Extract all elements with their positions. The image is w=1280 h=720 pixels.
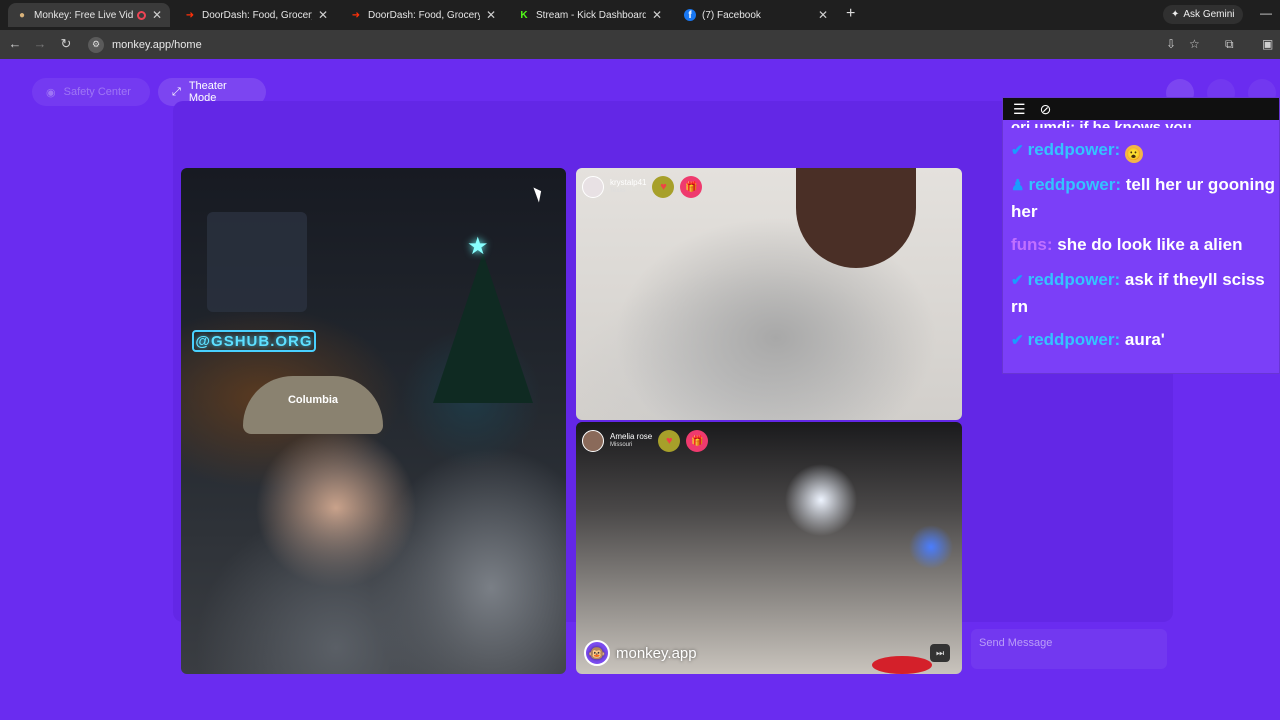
chat-text: tell her ur gooning <box>1125 175 1275 194</box>
tab-title: Monkey: Free Live Video Ch <box>34 9 133 21</box>
bookmark-star-icon[interactable]: ☆ <box>1189 37 1200 51</box>
chat-text: ask if theyll sciss <box>1124 270 1265 289</box>
cap-logo: Columbia <box>243 376 383 434</box>
safety-center-button[interactable]: ◉ Safety Center <box>32 78 150 106</box>
tab-title: DoorDash: Food, Grocery and R <box>368 9 480 21</box>
kick-icon: K <box>520 9 528 21</box>
side-panel-icon[interactable]: ▣ <box>1262 37 1273 51</box>
doordash-icon: ➜ <box>351 9 361 21</box>
chat-message-cut: ori umdi: if he knows you <box>1011 120 1271 128</box>
streamer <box>196 428 476 674</box>
local-video: ★ @GSHUB.ORG Columbia <box>181 168 566 674</box>
doordash-icon: ➜ <box>185 9 195 21</box>
partner-location: Texas <box>610 188 626 194</box>
chat-text: aura' <box>1124 330 1165 349</box>
tab-kick[interactable]: K Stream - Kick Dashboard ✕ <box>510 3 670 27</box>
back-button[interactable]: ← <box>7 36 23 51</box>
avatar[interactable] <box>582 176 604 198</box>
close-tab-icon[interactable]: ✕ <box>318 8 328 22</box>
forward-button[interactable]: → <box>32 36 48 51</box>
verified-icon: ✔ <box>1011 332 1024 349</box>
monkey-icon: ● <box>18 9 26 21</box>
emote-icon: 😮 <box>1124 145 1143 163</box>
chat-text: she do look like a alien <box>1057 235 1243 254</box>
facebook-icon: f <box>684 9 696 21</box>
install-app-icon[interactable]: ⇩ <box>1166 37 1176 51</box>
remote-video-bottom: Amelia rose Missouri ♥ 🎁 🐵 monkey.app ⏭ <box>576 422 962 674</box>
gift-icon[interactable]: 🎁 <box>686 430 709 452</box>
tree-star-icon: ★ <box>467 233 489 260</box>
close-tab-icon[interactable]: ✕ <box>486 8 496 22</box>
chat-message: funs: she do look like a alien <box>1011 232 1279 258</box>
url-text: monkey.app/home <box>112 38 202 51</box>
badge-icon: ♟ <box>1011 177 1025 194</box>
address-bar-row: ← → ↻ ⚙ monkey.app/home ⇩ ☆ ⧉ ▣ <box>0 30 1280 59</box>
remote-video-top: krystalp41 Texas ♥ 🎁 <box>576 168 962 420</box>
chat-message: ✔ reddpower: aura' <box>1011 327 1279 354</box>
shield-icon: ◉ <box>46 86 56 99</box>
recording-icon <box>136 10 146 20</box>
tab-doordash-1[interactable]: ➜ DoorDash: Food, Grocery and R ✕ <box>176 3 336 27</box>
menu-icon[interactable]: ☰ <box>1013 101 1026 118</box>
skip-icon[interactable]: ⏭ <box>930 644 950 662</box>
background-monitor <box>207 212 307 312</box>
safety-center-label: Safety Center <box>63 86 131 98</box>
overlay-toolbar: ☰ ⊘ <box>1003 98 1279 120</box>
extensions-icon[interactable]: ⧉ <box>1225 37 1234 52</box>
avatar[interactable] <box>582 430 604 452</box>
ask-gemini-button[interactable]: ✦ Ask Gemini <box>1163 5 1243 24</box>
tab-doordash-2[interactable]: ➜ DoorDash: Food, Grocery and R ✕ <box>342 3 504 27</box>
heart-icon[interactable]: ♥ <box>658 430 681 452</box>
new-tab-button[interactable]: + <box>846 5 855 23</box>
chat-overlay: ☰ ⊘ ori umdi: if he knows you ✔reddpower… <box>1002 97 1280 374</box>
chat-user: reddpower: <box>1027 140 1121 159</box>
partner-location: Missouri <box>610 442 633 448</box>
address-field[interactable]: ⚙ monkey.app/home <box>84 34 1154 55</box>
chat-user: reddpower: <box>1028 175 1122 194</box>
minimize-window-button[interactable]: — <box>1260 6 1272 20</box>
tab-monkey[interactable]: ● Monkey: Free Live Video Ch ✕ <box>8 3 170 27</box>
tab-facebook[interactable]: f (7) Facebook ✕ <box>676 3 836 27</box>
chat-user: reddpower: <box>1027 270 1121 289</box>
chat-user: reddpower: <box>1027 330 1121 349</box>
tab-title: Stream - Kick Dashboard <box>536 9 646 21</box>
verified-icon: ✔ <box>1011 142 1024 159</box>
monkey-watermark: 🐵 monkey.app <box>584 640 697 666</box>
expand-icon: ⤢ <box>172 85 181 98</box>
verified-icon: ✔ <box>1011 272 1024 289</box>
christmas-tree <box>433 253 533 403</box>
site-info-icon[interactable]: ⚙ <box>88 36 104 53</box>
partner-hud: krystalp41 Texas ♥ 🎁 <box>582 176 703 198</box>
gift-icon[interactable]: 🎁 <box>680 176 703 198</box>
chat-user: funs: <box>1011 235 1053 254</box>
browser-tab-strip: ● Monkey: Free Live Video Ch ✕ ➜ DoorDas… <box>0 0 1280 30</box>
red-cup <box>872 656 932 674</box>
ask-gemini-label: Ask Gemini <box>1183 9 1235 20</box>
reload-button[interactable]: ↻ <box>58 36 74 52</box>
chat-text-wrap: rn <box>1011 297 1028 316</box>
monkey-logo-icon: 🐵 <box>584 640 610 666</box>
chat-message: ✔ reddpower: ask if theyll sciss rn <box>1011 267 1279 320</box>
partner-hud: Amelia rose Missouri ♥ 🎁 <box>582 430 709 452</box>
tab-title: DoorDash: Food, Grocery and R <box>202 9 312 21</box>
neon-sign: @GSHUB.ORG <box>192 330 316 352</box>
no-tracking-icon[interactable]: ⊘ <box>1040 101 1052 118</box>
send-message-input[interactable]: Send Message <box>971 629 1167 669</box>
brand-text: monkey.app <box>616 644 697 662</box>
chat-message: ♟ reddpower: tell her ur gooning her <box>1011 172 1279 225</box>
chat-message: ✔ reddpower: 😮 <box>1011 137 1279 164</box>
partner-name: Amelia rose <box>610 432 653 441</box>
close-tab-icon[interactable]: ✕ <box>818 8 828 22</box>
close-tab-icon[interactable]: ✕ <box>152 8 162 22</box>
chat-text-wrap: her <box>1011 202 1038 221</box>
partner-name: krystalp41 <box>610 178 647 187</box>
close-tab-icon[interactable]: ✕ <box>652 8 662 22</box>
heart-icon[interactable]: ♥ <box>652 176 675 198</box>
tab-title: (7) Facebook <box>702 9 761 21</box>
gemini-icon: ✦ <box>1171 9 1180 20</box>
